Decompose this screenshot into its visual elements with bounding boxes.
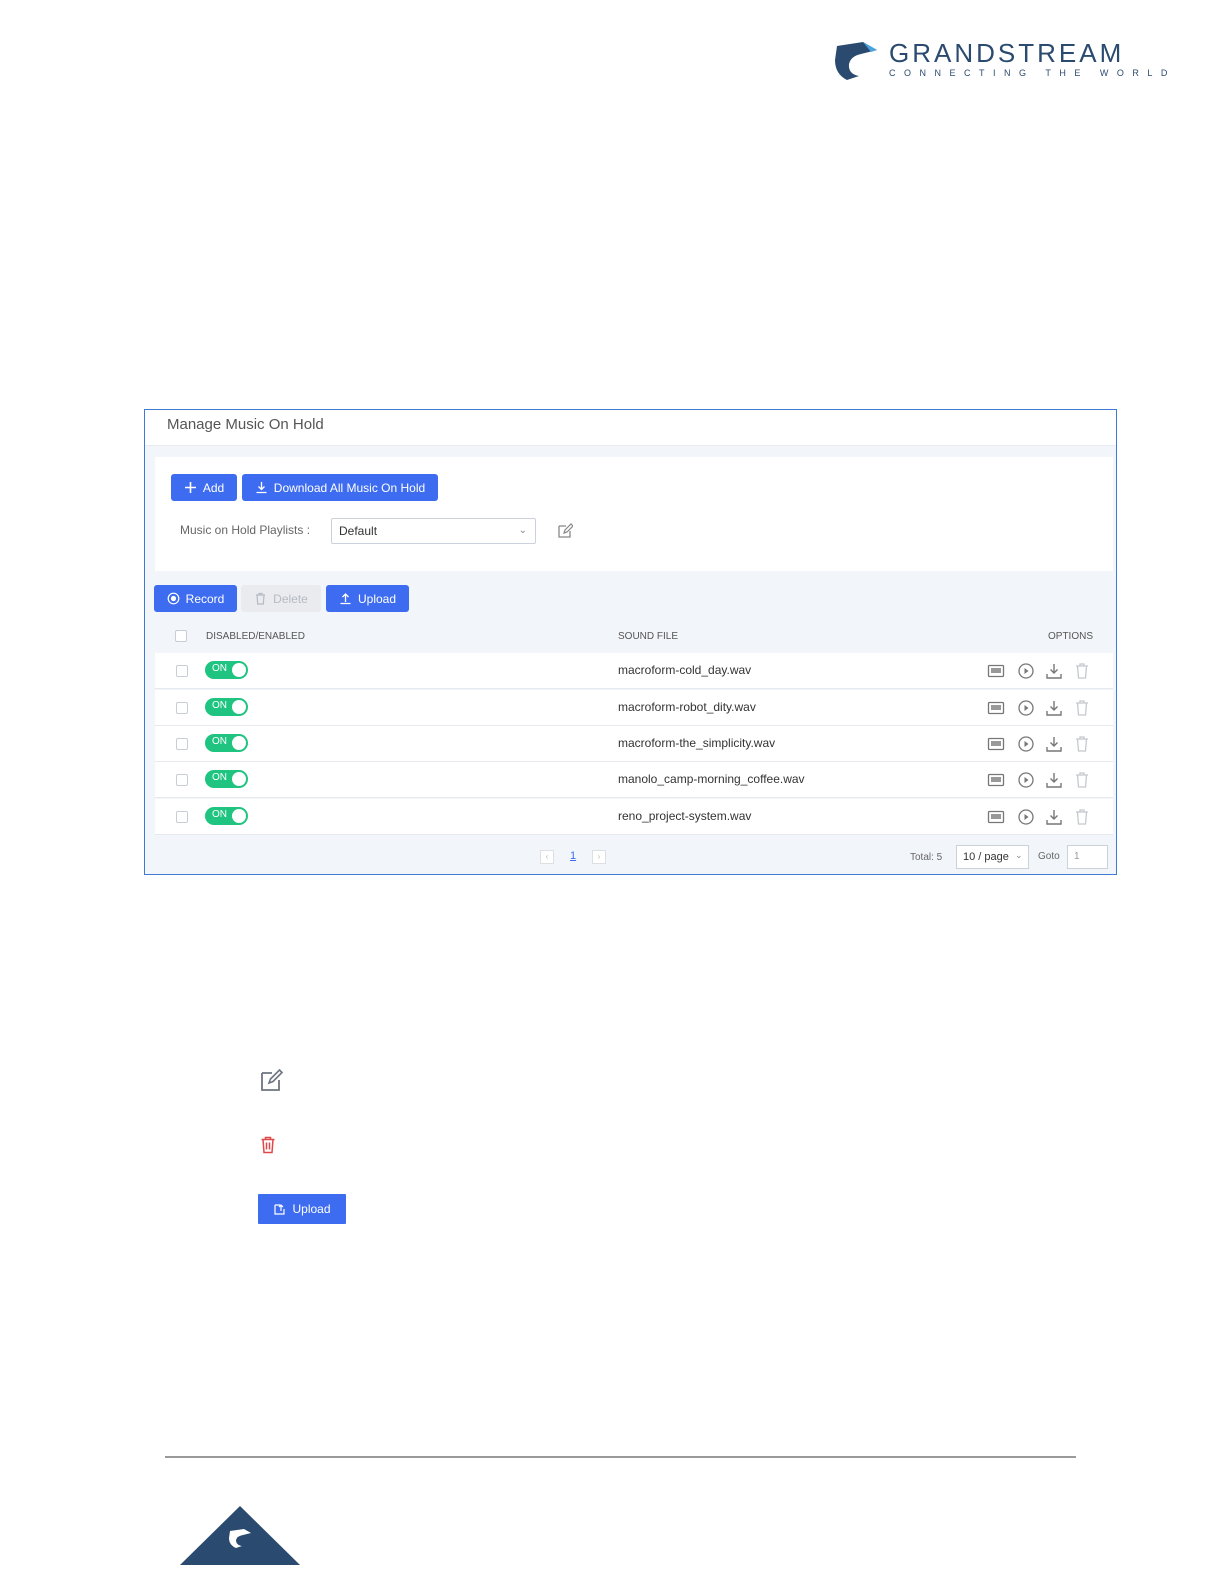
edit-file-icon[interactable] [987, 735, 1005, 753]
grandstream-mark-icon [835, 42, 877, 80]
row-checkbox[interactable] [176, 665, 188, 677]
trash-icon [256, 592, 266, 605]
panel-title: Manage Music On Hold [167, 416, 324, 433]
upload-legend-label: Upload [292, 1202, 331, 1216]
goto-value: 1 [1074, 851, 1080, 862]
download-all-button[interactable]: Download All Music On Hold [242, 474, 438, 501]
delete-button-label: Delete [273, 591, 308, 606]
enabled-toggle[interactable]: ON [205, 661, 248, 679]
play-icon[interactable] [1017, 662, 1035, 680]
brand-tagline: CONNECTING THE WORLD [889, 68, 1176, 78]
toggle-knob [232, 736, 246, 750]
toggle-label: ON [212, 663, 227, 674]
grandstream-logo: GRANDSTREAM CONNECTING THE WORLD [833, 38, 1167, 84]
trash-icon[interactable] [1073, 771, 1091, 789]
download-file-icon[interactable] [1045, 771, 1063, 789]
delete-icon [261, 1136, 275, 1154]
plus-icon [184, 482, 196, 493]
edit-playlist-icon[interactable] [557, 523, 573, 539]
upload-button-label: Upload [357, 591, 397, 606]
toggle-label: ON [212, 809, 227, 820]
download-file-icon[interactable] [1045, 699, 1063, 717]
download-file-icon[interactable] [1045, 735, 1063, 753]
brand-name: GRANDSTREAM [889, 38, 1125, 68]
toggle-knob [232, 663, 246, 677]
goto-input[interactable]: 1 [1067, 845, 1108, 869]
next-page-button[interactable]: › [592, 850, 606, 864]
total-count: Total: 5 [910, 852, 943, 863]
playlist-select[interactable]: Default ⌄ [331, 518, 536, 544]
download-file-icon[interactable] [1045, 662, 1063, 680]
panel-header: Manage Music On Hold [145, 410, 1116, 446]
row-checkbox[interactable] [176, 811, 188, 823]
toggle-label: ON [212, 700, 227, 711]
play-icon[interactable] [1017, 808, 1035, 826]
edit-file-icon[interactable] [987, 699, 1005, 717]
table-row: ON reno_project-system.wav [155, 799, 1113, 835]
toggle-label: ON [212, 736, 227, 747]
add-button[interactable]: Add [171, 474, 237, 501]
toggle-label: ON [212, 772, 227, 783]
edit-file-icon[interactable] [987, 808, 1005, 826]
record-button[interactable]: Record [154, 585, 237, 612]
playlist-section: Add Download All Music On Hold Music on … [155, 457, 1113, 571]
enabled-toggle[interactable]: ON [205, 770, 248, 788]
table-row: ON macroform-robot_dity.wav [155, 690, 1113, 726]
page-size-select[interactable]: 10 / page ⌄ [956, 845, 1029, 869]
sound-file-name: macroform-robot_dity.wav [618, 700, 756, 714]
column-enabled: DISABLED/ENABLED [206, 631, 305, 642]
download-all-label: Download All Music On Hold [273, 480, 426, 495]
row-checkbox[interactable] [176, 774, 188, 786]
upload-button[interactable]: Upload [326, 585, 409, 612]
table-row: ON macroform-the_simplicity.wav [155, 726, 1113, 762]
sound-file-name: reno_project-system.wav [618, 809, 752, 823]
goto-label: Goto [1038, 851, 1060, 862]
toggle-knob [232, 772, 246, 786]
enabled-toggle[interactable]: ON [205, 807, 248, 825]
sound-file-name: macroform-cold_day.wav [618, 663, 752, 677]
play-icon[interactable] [1017, 735, 1035, 753]
add-button-label: Add [202, 480, 225, 495]
column-sound-file: SOUND FILE [618, 631, 679, 642]
trash-icon[interactable] [1073, 699, 1091, 717]
delete-button[interactable]: Delete [241, 585, 321, 612]
edit-file-icon[interactable] [987, 771, 1005, 789]
trash-icon[interactable] [1073, 662, 1091, 680]
toggle-knob [232, 809, 246, 823]
sound-file-name: manolo_camp-morning_coffee.wav [618, 772, 805, 786]
footer-divider [165, 1456, 1076, 1458]
record-button-label: Record [185, 591, 225, 606]
playlist-select-value: Default [339, 524, 378, 538]
record-icon [167, 592, 180, 605]
table-row: ON manolo_camp-morning_coffee.wav [155, 762, 1113, 798]
trash-icon[interactable] [1073, 735, 1091, 753]
row-checkbox[interactable] [176, 702, 188, 714]
play-icon[interactable] [1017, 771, 1035, 789]
row-checkbox[interactable] [176, 738, 188, 750]
upload-icon [340, 593, 351, 605]
enabled-toggle[interactable]: ON [205, 734, 248, 752]
page-size-value: 10 / page [963, 851, 1009, 863]
enabled-toggle[interactable]: ON [205, 698, 248, 716]
download-file-icon[interactable] [1045, 808, 1063, 826]
play-icon[interactable] [1017, 699, 1035, 717]
chevron-down-icon: ⌄ [518, 525, 527, 536]
trash-icon[interactable] [1073, 808, 1091, 826]
manage-music-on-hold-panel: Manage Music On Hold Add Download All Mu… [144, 409, 1117, 875]
toggle-knob [232, 700, 246, 714]
upload-legend-button: Upload [258, 1194, 346, 1224]
chevron-down-icon: ⌄ [1015, 850, 1023, 860]
footer-logo-triangle [180, 1506, 300, 1565]
prev-page-button[interactable]: ‹ [540, 850, 554, 864]
table-row: ON macroform-cold_day.wav [155, 653, 1113, 689]
download-icon [256, 482, 267, 494]
current-page[interactable]: 1 [570, 850, 576, 862]
select-all-checkbox[interactable] [175, 630, 187, 642]
sound-file-name: macroform-the_simplicity.wav [618, 736, 776, 750]
upload-icon [274, 1203, 286, 1215]
edit-file-icon[interactable] [987, 662, 1005, 680]
playlist-label: Music on Hold Playlists : [180, 523, 311, 537]
column-options: OPTIONS [1048, 631, 1094, 642]
edit-icon [261, 1069, 283, 1091]
